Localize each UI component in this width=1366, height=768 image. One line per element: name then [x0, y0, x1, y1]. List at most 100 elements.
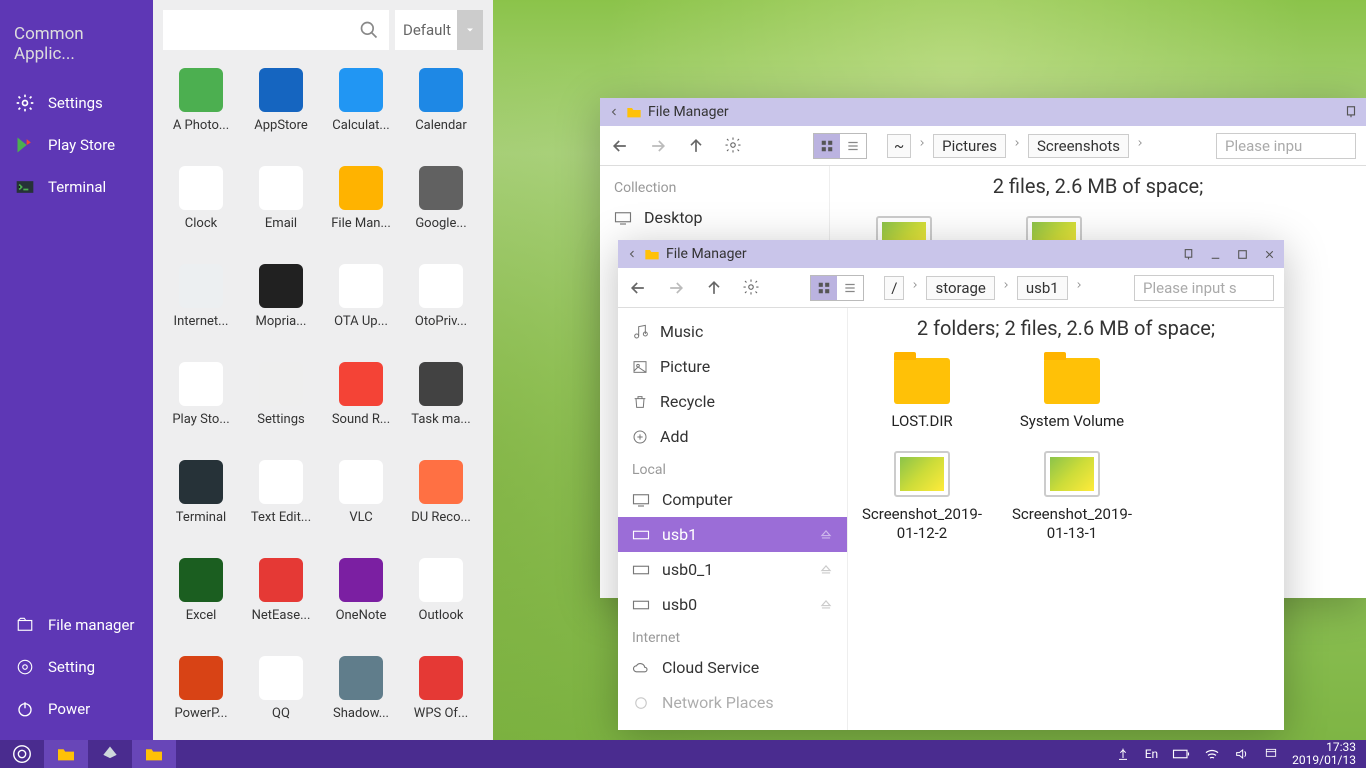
app-terminal[interactable]: Terminal [161, 456, 241, 554]
app-settings[interactable]: Settings [241, 358, 321, 456]
start-button[interactable] [0, 740, 44, 768]
grid-view-icon[interactable] [814, 134, 840, 158]
sidebar-row-recycle[interactable]: Recycle [618, 384, 847, 419]
close-icon[interactable] [1263, 248, 1276, 261]
app-qq[interactable]: QQ [241, 652, 321, 750]
app-wpsof[interactable]: WPS Of... [401, 652, 481, 750]
app-appstore[interactable]: AppStore [241, 64, 321, 162]
sidebar-item-setting[interactable]: Setting [0, 646, 153, 688]
nav-up-icon[interactable] [704, 278, 724, 298]
language-indicator[interactable]: En [1145, 747, 1158, 761]
breadcrumb-item[interactable]: Screenshots [1028, 134, 1129, 158]
file-search-input[interactable]: Please input s [1134, 275, 1274, 301]
nav-back-icon[interactable] [628, 278, 648, 298]
app-excel[interactable]: Excel [161, 554, 241, 652]
eject-icon[interactable] [819, 528, 833, 542]
sidebar-row-computer[interactable]: Computer [618, 482, 847, 517]
sidebar-row-add[interactable]: Add [618, 419, 847, 454]
app-google[interactable]: Google... [401, 162, 481, 260]
view-toggle[interactable] [810, 275, 864, 301]
app-otopriv[interactable]: OtoPriv... [401, 260, 481, 358]
sidebar-row-cloud[interactable]: Cloud Service [618, 650, 847, 685]
file-item[interactable]: System Volume [1012, 358, 1132, 431]
breadcrumb-item[interactable]: storage [926, 276, 994, 300]
app-soundr[interactable]: Sound R... [321, 358, 401, 456]
back-icon[interactable] [608, 106, 620, 118]
sort-dropdown[interactable]: Default [395, 10, 483, 50]
app-calendar[interactable]: Calendar [401, 64, 481, 162]
app-icon [419, 558, 463, 602]
app-shadow[interactable]: Shadow... [321, 652, 401, 750]
sidebar-item-terminal[interactable]: Terminal [0, 166, 153, 208]
list-view-icon[interactable] [837, 276, 863, 300]
minimize-icon[interactable] [1209, 248, 1222, 261]
pin-icon[interactable] [1182, 248, 1195, 261]
breadcrumb-home[interactable]: ~ [887, 134, 911, 158]
app-powerp[interactable]: PowerP... [161, 652, 241, 750]
file-manager-window-front[interactable]: File Manager / storage usb1 Please input [618, 240, 1284, 730]
sidebar-row-music[interactable]: Music [618, 314, 847, 349]
nav-forward-icon[interactable] [648, 136, 668, 156]
wifi-tray-icon[interactable] [1204, 747, 1220, 761]
taskbar-app-browser[interactable] [88, 740, 132, 768]
sidebar-row-usb01[interactable]: usb0_1 [618, 552, 847, 587]
sidebar-row-usb0[interactable]: usb0 [618, 587, 847, 622]
app-internet[interactable]: Internet... [161, 260, 241, 358]
file-grid[interactable]: LOST.DIR System Volume Screenshot_2019-01-… [848, 348, 1284, 730]
file-item[interactable]: LOST.DIR [862, 358, 982, 431]
sidebar-item-settings[interactable]: Settings [0, 82, 153, 124]
app-vlc[interactable]: VLC [321, 456, 401, 554]
app-search-input[interactable] [163, 10, 389, 50]
window-titlebar[interactable]: File Manager [600, 98, 1366, 126]
window-titlebar[interactable]: File Manager [618, 240, 1284, 268]
view-toggle[interactable] [813, 133, 867, 159]
app-taskma[interactable]: Task ma... [401, 358, 481, 456]
file-search-input[interactable]: Please inpu [1216, 133, 1356, 159]
taskbar-clock[interactable]: 17:33 2019/01/13 [1292, 741, 1356, 767]
eject-icon[interactable] [819, 598, 833, 612]
breadcrumb-item[interactable]: usb1 [1017, 276, 1068, 300]
app-calculat[interactable]: Calculat... [321, 64, 401, 162]
notification-tray-icon[interactable] [1264, 747, 1278, 761]
sidebar-item-power[interactable]: Power [0, 688, 153, 730]
usb-tray-icon[interactable] [1115, 747, 1131, 761]
gear-icon[interactable] [724, 136, 742, 156]
app-email[interactable]: Email [241, 162, 321, 260]
battery-tray-icon[interactable] [1172, 748, 1190, 760]
breadcrumb-item[interactable]: Pictures [933, 134, 1006, 158]
app-clock[interactable]: Clock [161, 162, 241, 260]
app-textedit[interactable]: Text Edit... [241, 456, 321, 554]
nav-forward-icon[interactable] [666, 278, 686, 298]
sidebar-item-playstore[interactable]: Play Store [0, 124, 153, 166]
list-view-icon[interactable] [840, 134, 866, 158]
app-onenote[interactable]: OneNote [321, 554, 401, 652]
app-aphoto[interactable]: A Photo... [161, 64, 241, 162]
pin-icon[interactable] [1344, 105, 1358, 119]
breadcrumb-root[interactable]: / [884, 276, 904, 300]
sidebar-row-picture[interactable]: Picture [618, 349, 847, 384]
file-item[interactable]: Screenshot_2019-01-12-2 [862, 451, 982, 543]
app-outlook[interactable]: Outlook [401, 554, 481, 652]
taskbar-app-filemanager2[interactable] [132, 740, 176, 768]
app-playsto[interactable]: Play Sto... [161, 358, 241, 456]
sidebar-row-network[interactable]: Network Places [618, 685, 847, 720]
file-item[interactable]: Screenshot_2019-01-13-1 [1012, 451, 1132, 543]
app-icon [259, 362, 303, 406]
app-otaup[interactable]: OTA Up... [321, 260, 401, 358]
sidebar-item-filemanager[interactable]: File manager [0, 604, 153, 646]
sidebar-row-desktop[interactable]: Desktop [600, 200, 829, 235]
maximize-icon[interactable] [1236, 248, 1249, 261]
nav-up-icon[interactable] [686, 136, 706, 156]
app-fileman[interactable]: File Man... [321, 162, 401, 260]
back-icon[interactable] [626, 248, 638, 260]
app-mopria[interactable]: Mopria... [241, 260, 321, 358]
volume-tray-icon[interactable] [1234, 747, 1250, 761]
taskbar-app-filemanager[interactable] [44, 740, 88, 768]
app-dureco[interactable]: DU Reco... [401, 456, 481, 554]
gear-icon[interactable] [742, 278, 760, 298]
app-netease[interactable]: NetEase... [241, 554, 321, 652]
nav-back-icon[interactable] [610, 136, 630, 156]
sidebar-row-usb1[interactable]: usb1 [618, 517, 847, 552]
grid-view-icon[interactable] [811, 276, 837, 300]
eject-icon[interactable] [819, 563, 833, 577]
